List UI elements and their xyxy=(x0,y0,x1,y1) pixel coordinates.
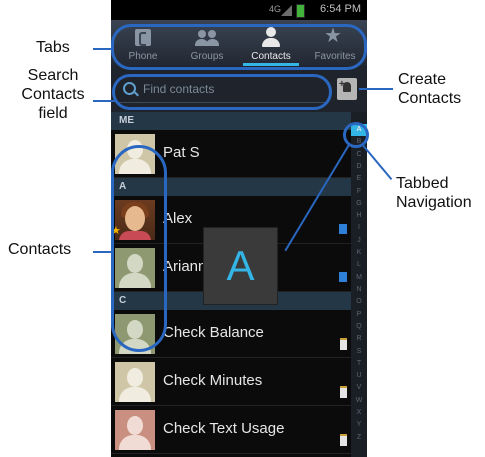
search-highlight xyxy=(112,74,332,110)
index-letter[interactable]: N xyxy=(351,284,367,296)
sim-badge-icon xyxy=(340,386,347,398)
callout-contacts: Contacts xyxy=(8,241,72,258)
contact-row[interactable]: Check Minutes xyxy=(111,358,351,406)
index-letter[interactable]: T xyxy=(351,358,367,370)
index-letter[interactable]: Q xyxy=(351,321,367,333)
index-letter-popup: A xyxy=(203,227,278,305)
create-contact-button[interactable]: + xyxy=(337,78,357,100)
section-header: ME xyxy=(111,112,351,130)
tabs-leader-line xyxy=(93,48,113,50)
search-leader-line xyxy=(93,100,115,102)
callout-tabbed-navigation: Tabbed Navigation xyxy=(396,175,472,211)
battery-icon xyxy=(296,4,305,18)
sim-badge-icon xyxy=(340,434,347,446)
index-letter[interactable]: H xyxy=(351,210,367,222)
sim-badge-icon xyxy=(340,338,347,350)
index-letter[interactable]: E xyxy=(351,173,367,185)
index-letter[interactable]: P xyxy=(351,309,367,321)
contact-row[interactable]: Check Text Usage xyxy=(111,406,351,454)
contact-name: Check Text Usage xyxy=(163,420,285,437)
network-label: 4G xyxy=(269,4,282,14)
index-letter[interactable]: Y xyxy=(351,419,367,431)
index-letter[interactable]: K xyxy=(351,247,367,259)
contact-name: Pat S xyxy=(163,144,200,161)
index-letter[interactable]: G xyxy=(351,198,367,210)
index-letter[interactable]: O xyxy=(351,296,367,308)
index-letter[interactable]: I xyxy=(351,222,367,234)
index-letter[interactable]: D xyxy=(351,161,367,173)
alphabet-index-bar[interactable]: ABCDEFGHIJKLMNOPQRSTUVWXYZ xyxy=(351,112,367,457)
index-letter[interactable]: C xyxy=(351,149,367,161)
avatars-highlight xyxy=(111,145,167,352)
clock: 6:54 PM xyxy=(320,3,361,15)
contact-name: Check Balance xyxy=(163,324,264,341)
callout-create: Create Contacts xyxy=(398,71,462,107)
index-letter[interactable]: V xyxy=(351,382,367,394)
create-leader-line xyxy=(359,88,393,90)
tabs-highlight xyxy=(111,24,367,70)
avatar xyxy=(115,362,155,402)
status-bar: 4G 6:54 PM xyxy=(111,0,367,20)
account-badge-icon xyxy=(339,272,347,282)
index-letter[interactable]: W xyxy=(351,395,367,407)
account-badge-icon xyxy=(339,224,347,234)
index-letter[interactable]: S xyxy=(351,346,367,358)
index-letter[interactable]: M xyxy=(351,272,367,284)
index-letter[interactable]: X xyxy=(351,407,367,419)
index-letter[interactable]: Z xyxy=(351,432,367,444)
callout-tabs: Tabs xyxy=(36,39,70,56)
avatar xyxy=(115,410,155,450)
index-letter[interactable]: F xyxy=(351,186,367,198)
index-letter[interactable]: R xyxy=(351,333,367,345)
index-letter[interactable]: U xyxy=(351,370,367,382)
signal-icon xyxy=(281,5,292,16)
contacts-leader-line xyxy=(93,251,113,253)
index-letter[interactable]: J xyxy=(351,235,367,247)
contact-name: Check Minutes xyxy=(163,372,263,389)
contact-name: Alex xyxy=(163,210,193,227)
index-letter[interactable]: L xyxy=(351,259,367,271)
callout-search: Search Contacts field xyxy=(21,67,85,122)
